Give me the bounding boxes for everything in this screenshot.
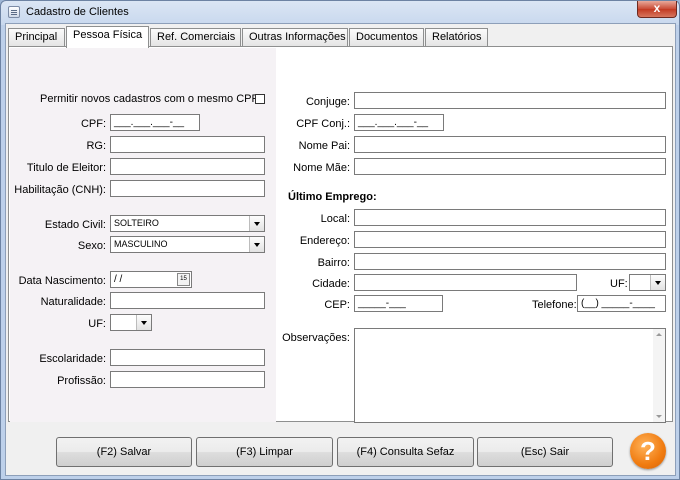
sexo-label: Sexo:	[77, 240, 106, 252]
profissao-label: Profissão:	[57, 375, 106, 387]
permitir-label: Permitir novos cadastros com o mesmo CPF…	[40, 93, 262, 105]
title-bar[interactable]: Cadastro de Clientes x	[1, 1, 679, 24]
help-button[interactable]: ?	[630, 433, 666, 469]
rg-label: RG:	[86, 140, 106, 152]
rg-input[interactable]	[110, 136, 265, 153]
sexo-select[interactable]: MASCULINO	[110, 236, 265, 253]
endereco-label: Endereço:	[299, 235, 350, 247]
limpar-button[interactable]: (F3) Limpar	[196, 437, 333, 467]
nome-mae-input[interactable]	[354, 158, 666, 175]
endereco-input[interactable]	[354, 231, 666, 248]
estado-civil-select[interactable]: SOLTEIRO	[110, 215, 265, 232]
data-nascimento-label: Data Nascimento:	[18, 275, 106, 287]
cnh-label: Habilitação (CNH):	[14, 184, 106, 196]
tab-outras-informacoes[interactable]: Outras Informações	[242, 28, 348, 47]
naturalidade-input[interactable]	[110, 292, 265, 309]
sexo-value: MASCULINO	[114, 239, 168, 249]
chevron-down-icon[interactable]	[249, 216, 264, 231]
pessoa-fisica-panel: Permitir novos cadastros com o mesmo CPF…	[8, 46, 673, 423]
telefone-label: Telefone:	[532, 299, 577, 311]
escolaridade-input[interactable]	[110, 349, 265, 366]
observacoes-scrollbar[interactable]	[653, 329, 665, 422]
window-title: Cadastro de Clientes	[26, 6, 129, 18]
cpf-conj-input[interactable]: ___.___.___-__	[354, 114, 444, 131]
cnh-input[interactable]	[110, 180, 265, 197]
uf-emprego-select[interactable]	[629, 274, 666, 291]
estado-civil-label: Estado Civil:	[44, 219, 106, 231]
tab-ref-comerciais[interactable]: Ref. Comerciais	[150, 28, 241, 47]
bairro-input[interactable]	[354, 253, 666, 270]
observacoes-label: Observações:	[282, 332, 350, 344]
tab-relatorios[interactable]: Relatórios	[425, 28, 488, 47]
naturalidade-label: Naturalidade:	[40, 296, 106, 308]
cpf-input[interactable]: ___.___.___-__	[110, 114, 200, 131]
scroll-down-icon[interactable]	[656, 415, 662, 418]
cep-label: CEP:	[324, 299, 350, 311]
conjuge-label: Conjuge:	[305, 96, 350, 108]
local-input[interactable]	[354, 209, 666, 226]
main-window: Cadastro de Clientes x Principal Pessoa …	[0, 0, 680, 480]
bairro-label: Bairro:	[317, 257, 350, 269]
left-pane: Permitir novos cadastros com o mesmo CPF…	[10, 48, 276, 422]
nome-pai-input[interactable]	[354, 136, 666, 153]
local-label: Local:	[320, 213, 350, 225]
profissao-input[interactable]	[110, 371, 265, 388]
consulta-sefaz-button[interactable]: (F4) Consulta Sefaz	[337, 437, 474, 467]
nome-pai-label: Nome Pai:	[298, 140, 350, 152]
cidade-label: Cidade:	[312, 278, 350, 290]
escolaridade-label: Escolaridade:	[39, 353, 106, 365]
nome-mae-label: Nome Mãe:	[293, 162, 350, 174]
ultimo-emprego-title: Último Emprego:	[288, 191, 377, 203]
salvar-button[interactable]: (F2) Salvar	[56, 437, 192, 467]
chevron-down-icon[interactable]	[650, 275, 665, 290]
titulo-eleitor-input[interactable]	[110, 158, 265, 175]
scroll-up-icon[interactable]	[656, 333, 662, 336]
tab-pessoa-fisica[interactable]: Pessoa Física	[66, 26, 149, 48]
estado-civil-value: SOLTEIRO	[114, 218, 159, 228]
cpf-conj-label: CPF Conj.:	[296, 118, 350, 130]
calendar-icon[interactable]: 15	[177, 273, 190, 286]
chevron-down-icon[interactable]	[249, 237, 264, 252]
sair-button[interactable]: (Esc) Sair	[477, 437, 613, 467]
observacoes-textarea[interactable]	[354, 328, 666, 423]
client-area: Principal Pessoa Física Ref. Comerciais …	[5, 23, 676, 476]
uf-select[interactable]	[110, 314, 152, 331]
uf-label: UF:	[88, 318, 106, 330]
permitir-checkbox[interactable]	[255, 94, 265, 104]
chevron-down-icon[interactable]	[136, 315, 151, 330]
close-icon: x	[653, 1, 661, 15]
tab-principal[interactable]: Principal	[8, 28, 65, 47]
conjuge-input[interactable]	[354, 92, 666, 109]
cpf-label: CPF:	[80, 118, 106, 130]
tab-documentos[interactable]: Documentos	[349, 28, 424, 47]
close-button[interactable]: x	[637, 1, 677, 18]
titulo-eleitor-label: Titulo de Eleitor:	[26, 162, 106, 174]
data-nascimento-value: / /	[114, 274, 123, 285]
help-icon: ?	[640, 436, 656, 466]
uf-emprego-label: UF:	[610, 278, 628, 290]
telefone-input[interactable]: (__) _____-____	[577, 295, 666, 312]
cep-input[interactable]: _____-___	[354, 295, 443, 312]
cidade-input[interactable]	[354, 274, 577, 291]
data-nascimento-input[interactable]: / / 15	[110, 271, 192, 288]
app-icon	[8, 6, 20, 18]
